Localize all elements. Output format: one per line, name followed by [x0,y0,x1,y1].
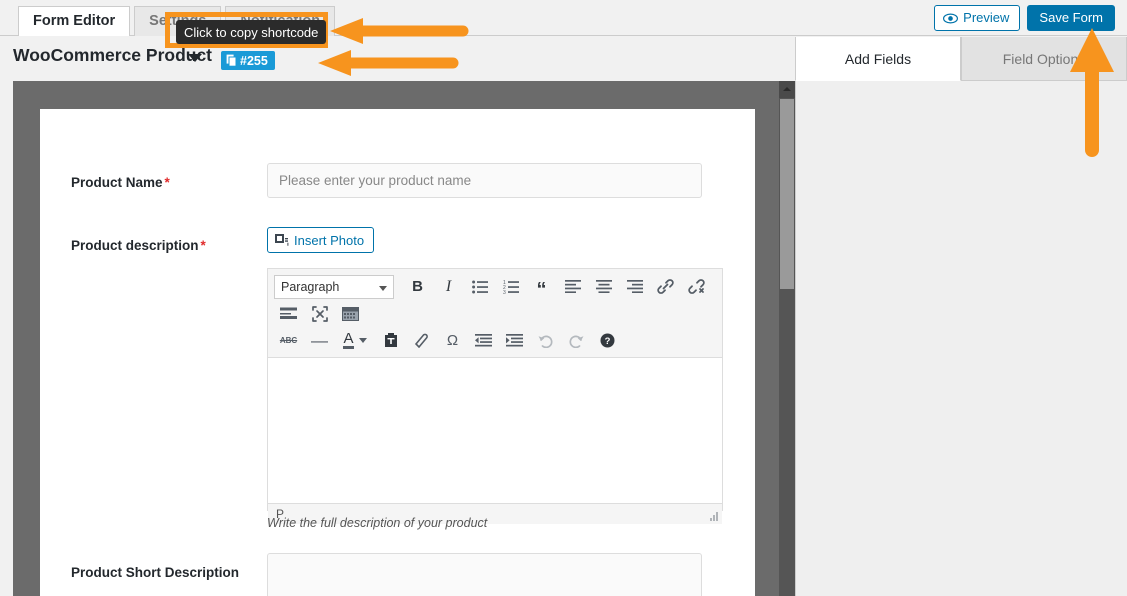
format-select-value: Paragraph [281,279,340,294]
label-text: Product Short Description [71,565,240,580]
text-color-icon[interactable]: A [336,328,374,353]
italic-icon[interactable]: I [434,274,463,299]
preview-label: Preview [963,10,1010,25]
blockquote-icon[interactable]: “ [527,274,556,300]
align-center-icon[interactable] [589,274,618,299]
form-preview-canvas: Product Name * Please enter your product … [13,81,795,596]
form-paper: Product Name * Please enter your product … [40,109,755,596]
strikethrough-icon[interactable]: ABC [274,328,303,353]
special-character-icon[interactable]: Ω [438,328,467,353]
eye-icon [943,13,959,24]
field-label-product-short-description: Product Short Description [71,565,241,580]
editor-toolbar-row-3: ABC — A Ω ? [274,327,716,354]
label-text: Product description [71,238,199,253]
page-title: WooCommerce Product [13,45,213,65]
keyboard-shortcuts-icon[interactable]: ? [593,328,622,353]
copy-icon [226,54,237,67]
horizontal-rule-icon[interactable]: — [305,328,334,353]
svg-text:?: ? [605,336,611,347]
app-root: Form Editor Settings Notification Previe… [0,0,1127,596]
remove-link-icon[interactable] [682,274,711,299]
redo-icon[interactable] [562,328,591,353]
field-label-product-name: Product Name * [71,175,170,190]
tab-form-editor[interactable]: Form Editor [18,6,131,36]
toolbar-toggle-icon[interactable] [336,301,365,326]
insert-read-more-icon[interactable] [274,301,303,326]
scrollbar-thumb[interactable] [780,99,794,289]
scroll-up-arrow-icon[interactable] [779,81,795,98]
resize-handle-icon[interactable] [707,510,719,522]
editor-content-area[interactable] [268,358,722,503]
shortcode-label: #255 [240,53,268,68]
product-name-input[interactable]: Please enter your product name [267,163,702,198]
photo-icon [275,233,289,247]
rich-text-editor: Paragraph B I 123 “ ABC — A Ω ? P [267,268,723,524]
annotation-arrow-tooltip [330,18,469,44]
annotation-arrow-save-form [1070,28,1114,157]
product-description-help-text: Write the full description of your produ… [267,516,488,530]
required-asterisk: * [164,175,170,190]
format-select[interactable]: Paragraph [274,274,394,299]
right-panel-body [795,81,1127,596]
editor-toolbar-row-1: Paragraph B I 123 “ [274,273,716,300]
copy-shortcode-tooltip: Click to copy shortcode [176,20,327,44]
annotation-arrow-shortcode [318,50,459,76]
clear-formatting-icon[interactable] [407,328,436,353]
product-short-description-input[interactable] [267,553,702,596]
preview-button[interactable]: Preview [934,5,1021,31]
bulleted-list-icon[interactable] [465,274,494,299]
field-label-product-description: Product description * [71,238,206,253]
bold-icon[interactable]: B [403,274,432,299]
decrease-indent-icon[interactable] [469,328,498,353]
distraction-free-icon[interactable] [305,301,334,326]
chevron-down-icon[interactable] [188,54,202,62]
label-text: Product Name [71,175,163,190]
canvas-scrollbar[interactable] [779,81,795,596]
editor-toolbar: Paragraph B I 123 “ ABC — A Ω ? [268,269,722,358]
required-asterisk: * [200,238,206,253]
editor-toolbar-row-2 [274,300,716,327]
increase-indent-icon[interactable] [500,328,529,353]
paste-as-text-icon[interactable] [376,328,405,353]
align-left-icon[interactable] [558,274,587,299]
insert-photo-button[interactable]: Insert Photo [267,227,375,253]
svg-text:3: 3 [503,290,506,294]
align-right-icon[interactable] [620,274,649,299]
chevron-down-icon [379,285,387,291]
numbered-list-icon[interactable]: 123 [496,274,525,299]
save-form-label: Save Form [1039,10,1103,25]
undo-icon[interactable] [531,328,560,353]
tab-add-fields[interactable]: Add Fields [795,37,961,81]
insert-link-icon[interactable] [651,274,680,299]
shortcode-copy-badge[interactable]: #255 [221,51,275,70]
insert-photo-label: Insert Photo [294,232,365,248]
